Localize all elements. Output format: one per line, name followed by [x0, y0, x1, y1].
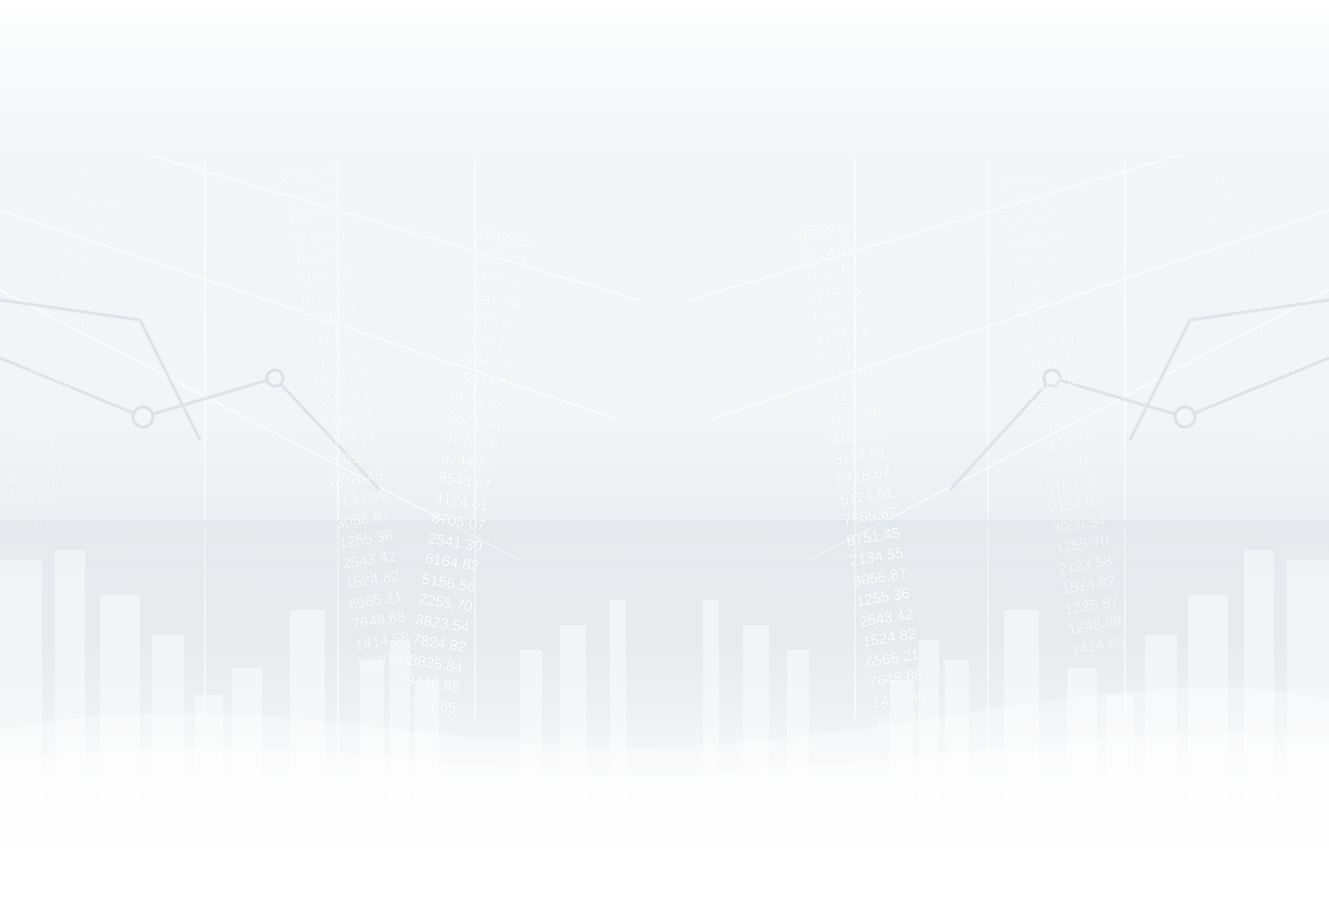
background-canvas: 1522.52 2154.54 1552.22 6364.13 2254.41 3124.…: [0, 0, 1329, 922]
bottom-fade: [0, 700, 1329, 922]
